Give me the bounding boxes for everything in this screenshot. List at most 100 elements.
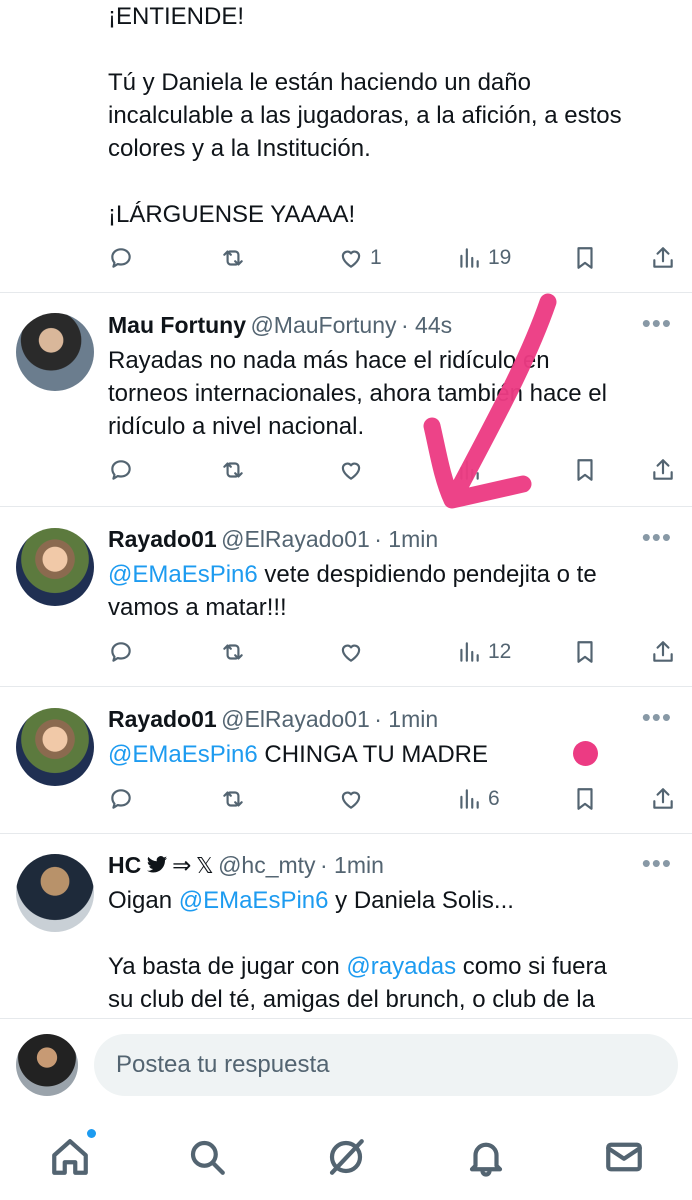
views-button[interactable]: 19 [456,245,511,271]
divider [0,506,692,507]
view-count: 12 [488,640,512,663]
repost-button[interactable] [220,639,246,665]
x-logo-icon: 𝕏 [195,853,214,878]
tweet-line [108,917,607,950]
like-count: 1 [370,246,382,269]
mention-link[interactable]: @rayadas [346,953,456,980]
tweet-header: Rayado01 @ElRayado01 · 1min [108,706,632,733]
timestamp[interactable]: · 1min [320,852,384,878]
like-button[interactable]: 1 [338,245,382,271]
tweet-line: Tú y Daniela le están haciendo un daño [108,69,531,96]
repost-button[interactable] [220,786,246,812]
tweet-text: ¡ENTIENDE! Tú y Daniela le están haciend… [108,0,622,231]
display-name[interactable]: Rayado01 [108,526,217,552]
share-button[interactable] [650,786,676,812]
tweet-fragment: como si fuera [456,953,607,980]
tweet-line: Ya basta de jugar con @rayadas como si f… [108,950,607,983]
tweet-fragment: vete despidiendo pendejita o te [257,561,597,588]
name-suffix: ⇒ [172,852,192,878]
share-button[interactable] [650,457,676,483]
heart-icon [338,245,364,271]
bookmark-icon [572,457,598,483]
avatar[interactable] [16,708,94,786]
bookmark-button[interactable] [572,639,598,665]
tweet-line: colores y a la Institución. [108,135,371,162]
timestamp[interactable]: · 1min [374,706,438,732]
bookmark-icon [572,245,598,271]
repost-icon [220,457,246,483]
repost-button[interactable] [220,245,246,271]
reply-button[interactable] [108,786,134,812]
repost-icon [220,245,246,271]
view-count: 19 [488,246,512,269]
more-options-icon[interactable]: ••• [642,702,672,733]
timestamp[interactable]: · 44s [401,312,452,338]
tweet-line: incalculable a las jugadoras, a la afici… [108,102,622,129]
share-icon [650,786,676,812]
reply-field[interactable] [94,1034,678,1096]
views-button[interactable]: 12 [456,639,511,665]
tweet-text: Rayadas no nada más hace el ridículo en … [108,344,607,443]
reply-button[interactable] [108,457,134,483]
like-button[interactable] [338,639,364,665]
bookmark-button[interactable] [572,245,598,271]
bookmark-button[interactable] [572,457,598,483]
timestamp[interactable]: · 1min [374,526,438,552]
share-button[interactable] [650,639,676,665]
notification-dot [87,1129,96,1138]
tweet-line: ¡ENTIENDE! [108,3,245,30]
bookmark-icon [572,786,598,812]
more-options-icon[interactable]: ••• [642,848,672,879]
views-icon [456,639,482,665]
share-icon [650,639,676,665]
views-button[interactable] [456,457,482,483]
avatar[interactable] [16,528,94,606]
divider [0,292,692,293]
divider [0,686,692,687]
tweet-actions: 1 19 [108,245,674,279]
like-button[interactable] [338,457,364,483]
nav-home[interactable] [46,1129,96,1181]
user-handle[interactable]: @ElRayado01 [221,706,370,732]
mention-link[interactable]: @EMaEsPin6 [108,741,258,768]
share-button[interactable] [650,245,676,271]
nav-search[interactable] [183,1133,231,1181]
avatar[interactable] [16,313,94,391]
reply-icon [108,245,134,271]
own-avatar[interactable] [16,1034,78,1096]
reply-button[interactable] [108,639,134,665]
display-name[interactable]: HC [108,852,141,878]
tweet-line: su club del té, amigas del brunch, o clu… [108,986,595,1013]
tweet-fragment: Oigan [108,887,179,914]
bookmark-icon [572,639,598,665]
user-handle[interactable]: @hc_mty [218,852,315,878]
avatar[interactable] [16,854,94,932]
tweet-header: HC ⇒ 𝕏 @hc_mty · 1min [108,852,632,879]
tweet-line: ¡LÁRGUENSE YAAAA! [108,201,356,228]
user-handle[interactable]: @MauFortuny [250,312,396,338]
more-options-icon[interactable]: ••• [642,308,672,339]
more-options-icon[interactable]: ••• [642,522,672,553]
nav-grok[interactable] [322,1133,370,1181]
bookmark-button[interactable] [572,786,598,812]
nav-notifications[interactable] [462,1133,510,1181]
notifications-icon [469,1142,503,1177]
tweet-text: @EMaEsPin6 CHINGA TU MADRE [108,738,488,771]
user-handle[interactable]: @ElRayado01 [221,526,370,552]
like-button[interactable] [338,786,364,812]
repost-icon [220,786,246,812]
views-button[interactable]: 6 [456,786,500,812]
bottom-nav [0,1115,692,1200]
tweet-line: ridículo a nivel nacional. [108,413,365,440]
tweet-line [108,165,622,198]
mention-link[interactable]: @EMaEsPin6 [179,887,329,914]
display-name[interactable]: Mau Fortuny [108,312,246,338]
reply-input[interactable] [94,1034,678,1096]
nav-messages[interactable] [600,1133,648,1181]
repost-button[interactable] [220,457,246,483]
mention-link[interactable]: @EMaEsPin6 [108,561,258,588]
display-name[interactable]: Rayado01 [108,706,217,732]
share-icon [650,457,676,483]
reply-button[interactable] [108,245,134,271]
heart-icon [338,639,364,665]
